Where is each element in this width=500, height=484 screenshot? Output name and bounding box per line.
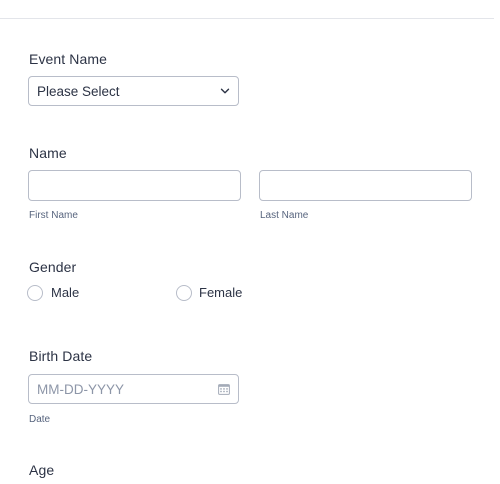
birth-date-sublabel: Date xyxy=(29,414,51,425)
first-name-input[interactable] xyxy=(28,170,241,201)
last-name-sublabel: Last Name xyxy=(260,210,309,221)
gender-option-male-label[interactable]: Male xyxy=(51,285,79,300)
birth-date-label: Birth Date xyxy=(29,348,93,364)
gender-radio-female[interactable] xyxy=(176,285,192,301)
age-label: Age xyxy=(29,462,55,478)
first-name-sublabel: First Name xyxy=(29,210,78,221)
last-name-input[interactable] xyxy=(259,170,472,201)
gender-label: Gender xyxy=(29,259,77,275)
chevron-down-icon xyxy=(220,88,230,94)
birth-date-placeholder: MM-DD-YYYY xyxy=(37,382,124,397)
event-name-label: Event Name xyxy=(29,51,108,67)
birth-date-input[interactable]: MM-DD-YYYY xyxy=(28,374,239,404)
gender-radio-male[interactable] xyxy=(27,285,43,301)
gender-option-female-label[interactable]: Female xyxy=(199,285,242,300)
event-name-selected-value: Please Select xyxy=(37,84,120,99)
calendar-icon[interactable] xyxy=(218,383,230,395)
top-divider xyxy=(0,18,494,19)
event-name-select[interactable]: Please Select xyxy=(28,76,239,106)
name-label: Name xyxy=(29,145,67,161)
registration-form: Event Name Please Select Name First Name… xyxy=(0,0,500,484)
